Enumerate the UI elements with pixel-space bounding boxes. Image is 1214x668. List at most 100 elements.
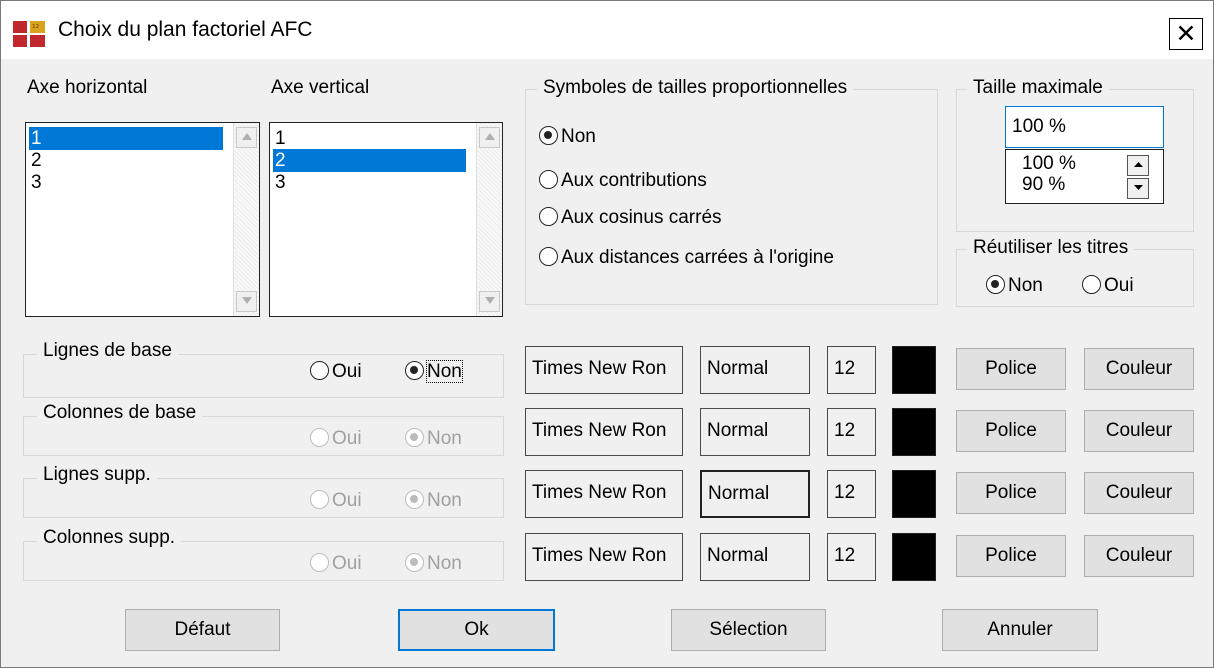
- radio-circle-icon: [405, 490, 424, 510]
- app-icon: ¹²: [13, 21, 45, 47]
- symbols-option-radio[interactable]: Non: [539, 125, 596, 149]
- row-oui-radio-label: Oui: [332, 428, 362, 449]
- font-size-box: 12: [827, 533, 876, 581]
- row-oui-radio[interactable]: Oui: [310, 360, 362, 384]
- spin-up-icon[interactable]: [1127, 155, 1149, 176]
- radio-circle-icon: [986, 275, 1005, 295]
- row-oui-radio: Oui: [310, 427, 362, 451]
- vertical-list-item[interactable]: 1: [273, 127, 466, 150]
- font-button[interactable]: Police: [956, 348, 1066, 390]
- font-name-box: Times New Ron: [525, 346, 683, 394]
- reuse-titles-non-radio-label: Non: [1008, 275, 1043, 296]
- vertical-list-item[interactable]: 2: [273, 149, 466, 172]
- symbols-option-radio[interactable]: Aux cosinus carrés: [539, 206, 722, 230]
- row-oui-radio-label: Oui: [332, 490, 362, 511]
- row-oui-radio-label: Oui: [332, 361, 362, 382]
- row-oui-radio: Oui: [310, 552, 362, 576]
- font-button[interactable]: Police: [956, 472, 1066, 514]
- spin-down-icon[interactable]: [1127, 178, 1149, 199]
- max-size-option[interactable]: 100 %: [1022, 154, 1076, 174]
- row-non-radio-label: Non: [427, 553, 462, 574]
- max-size-option[interactable]: 90 %: [1022, 175, 1065, 195]
- row-group-label: Lignes de base: [37, 340, 178, 362]
- radio-circle-icon: [310, 428, 329, 448]
- color-button[interactable]: Couleur: [1084, 535, 1194, 577]
- row-non-radio: Non: [405, 552, 462, 576]
- font-button[interactable]: Police: [956, 535, 1066, 577]
- window-title: Choix du plan factoriel AFC: [58, 18, 313, 41]
- horizontal-list-item[interactable]: 2: [29, 149, 223, 172]
- row-group-label: Colonnes supp.: [37, 527, 182, 549]
- symbols-option-radio-label: Aux contributions: [561, 170, 707, 191]
- vertical-list-scrollbar[interactable]: [476, 123, 502, 316]
- radio-circle-icon: [539, 170, 558, 190]
- horizontal-list-item[interactable]: 1: [29, 127, 223, 150]
- row-oui-radio: Oui: [310, 489, 362, 513]
- radio-circle-icon: [310, 553, 329, 573]
- row-group-label: Colonnes de base: [37, 402, 203, 424]
- color-swatch: [892, 470, 936, 518]
- horizontal-axis-list[interactable]: 123: [25, 122, 260, 317]
- radio-circle-icon: [405, 553, 424, 573]
- row-non-radio-label: Non: [427, 490, 462, 511]
- scroll-down-arrow-icon[interactable]: [236, 291, 257, 312]
- symbols-group-title: Symboles de tailles proportionnelles: [537, 77, 854, 99]
- scroll-down-arrow-icon[interactable]: [479, 291, 500, 312]
- row-non-radio: Non: [405, 427, 462, 451]
- font-style-box: Normal: [700, 346, 810, 394]
- symbols-option-radio-label: Non: [561, 126, 596, 147]
- font-name-box: Times New Ron: [525, 470, 683, 518]
- reuse-titles-group-title: Réutiliser les titres: [967, 237, 1135, 259]
- horizontal-list-item[interactable]: 3: [29, 171, 223, 194]
- color-swatch: [892, 533, 936, 581]
- font-style-box: Normal: [700, 533, 810, 581]
- font-name-box: Times New Ron: [525, 408, 683, 456]
- scroll-up-arrow-icon[interactable]: [236, 127, 257, 148]
- reuse-titles-oui-radio[interactable]: Oui: [1082, 274, 1134, 298]
- row-oui-radio-label: Oui: [332, 553, 362, 574]
- symbols-option-radio-label: Aux distances carrées à l'origine: [561, 247, 834, 268]
- row-non-radio: Non: [405, 489, 462, 513]
- reuse-titles-oui-radio-label: Oui: [1104, 275, 1134, 296]
- default-button[interactable]: Défaut: [125, 609, 280, 651]
- row-non-radio[interactable]: Non: [405, 360, 463, 384]
- radio-circle-icon: [539, 207, 558, 227]
- max-size-input[interactable]: 100 %: [1005, 106, 1164, 148]
- row-non-radio-label: Non: [426, 360, 463, 383]
- horizontal-axis-label: Axe horizontal: [27, 77, 148, 98]
- font-name-box: Times New Ron: [525, 533, 683, 581]
- color-button[interactable]: Couleur: [1084, 410, 1194, 452]
- ok-button[interactable]: Ok: [398, 609, 555, 651]
- font-size-box: 12: [827, 470, 876, 518]
- row-non-radio-label: Non: [427, 428, 462, 449]
- cancel-button[interactable]: Annuler: [942, 609, 1098, 651]
- radio-circle-icon: [405, 428, 424, 448]
- scroll-up-arrow-icon[interactable]: [479, 127, 500, 148]
- vertical-axis-list[interactable]: 123: [269, 122, 503, 317]
- font-style-box: Normal: [700, 408, 810, 456]
- font-size-box: 12: [827, 346, 876, 394]
- color-button[interactable]: Couleur: [1084, 348, 1194, 390]
- max-size-group-title: Taille maximale: [967, 77, 1109, 99]
- radio-circle-icon: [1082, 275, 1101, 295]
- font-size-box: 12: [827, 408, 876, 456]
- radio-circle-icon: [310, 361, 329, 381]
- color-button[interactable]: Couleur: [1084, 472, 1194, 514]
- symbols-option-radio[interactable]: Aux contributions: [539, 169, 707, 193]
- color-swatch: [892, 408, 936, 456]
- close-button[interactable]: ✕: [1169, 18, 1203, 50]
- dialog-window: ¹² Choix du plan factoriel AFC ✕ Axe hor…: [0, 0, 1214, 668]
- radio-circle-icon: [539, 247, 558, 267]
- reuse-titles-non-radio[interactable]: Non: [986, 274, 1043, 298]
- selection-button[interactable]: Sélection: [671, 609, 826, 651]
- title-bar: ¹² Choix du plan factoriel AFC ✕: [1, 1, 1213, 59]
- symbols-option-radio[interactable]: Aux distances carrées à l'origine: [539, 246, 834, 270]
- symbols-group: [525, 89, 938, 305]
- svg-text:¹²: ¹²: [32, 24, 40, 34]
- vertical-list-item[interactable]: 3: [273, 171, 466, 194]
- radio-circle-icon: [539, 126, 558, 146]
- font-style-box: Normal: [700, 470, 810, 518]
- font-button[interactable]: Police: [956, 410, 1066, 452]
- row-group-label: Lignes supp.: [37, 464, 157, 486]
- horizontal-list-scrollbar[interactable]: [233, 123, 259, 316]
